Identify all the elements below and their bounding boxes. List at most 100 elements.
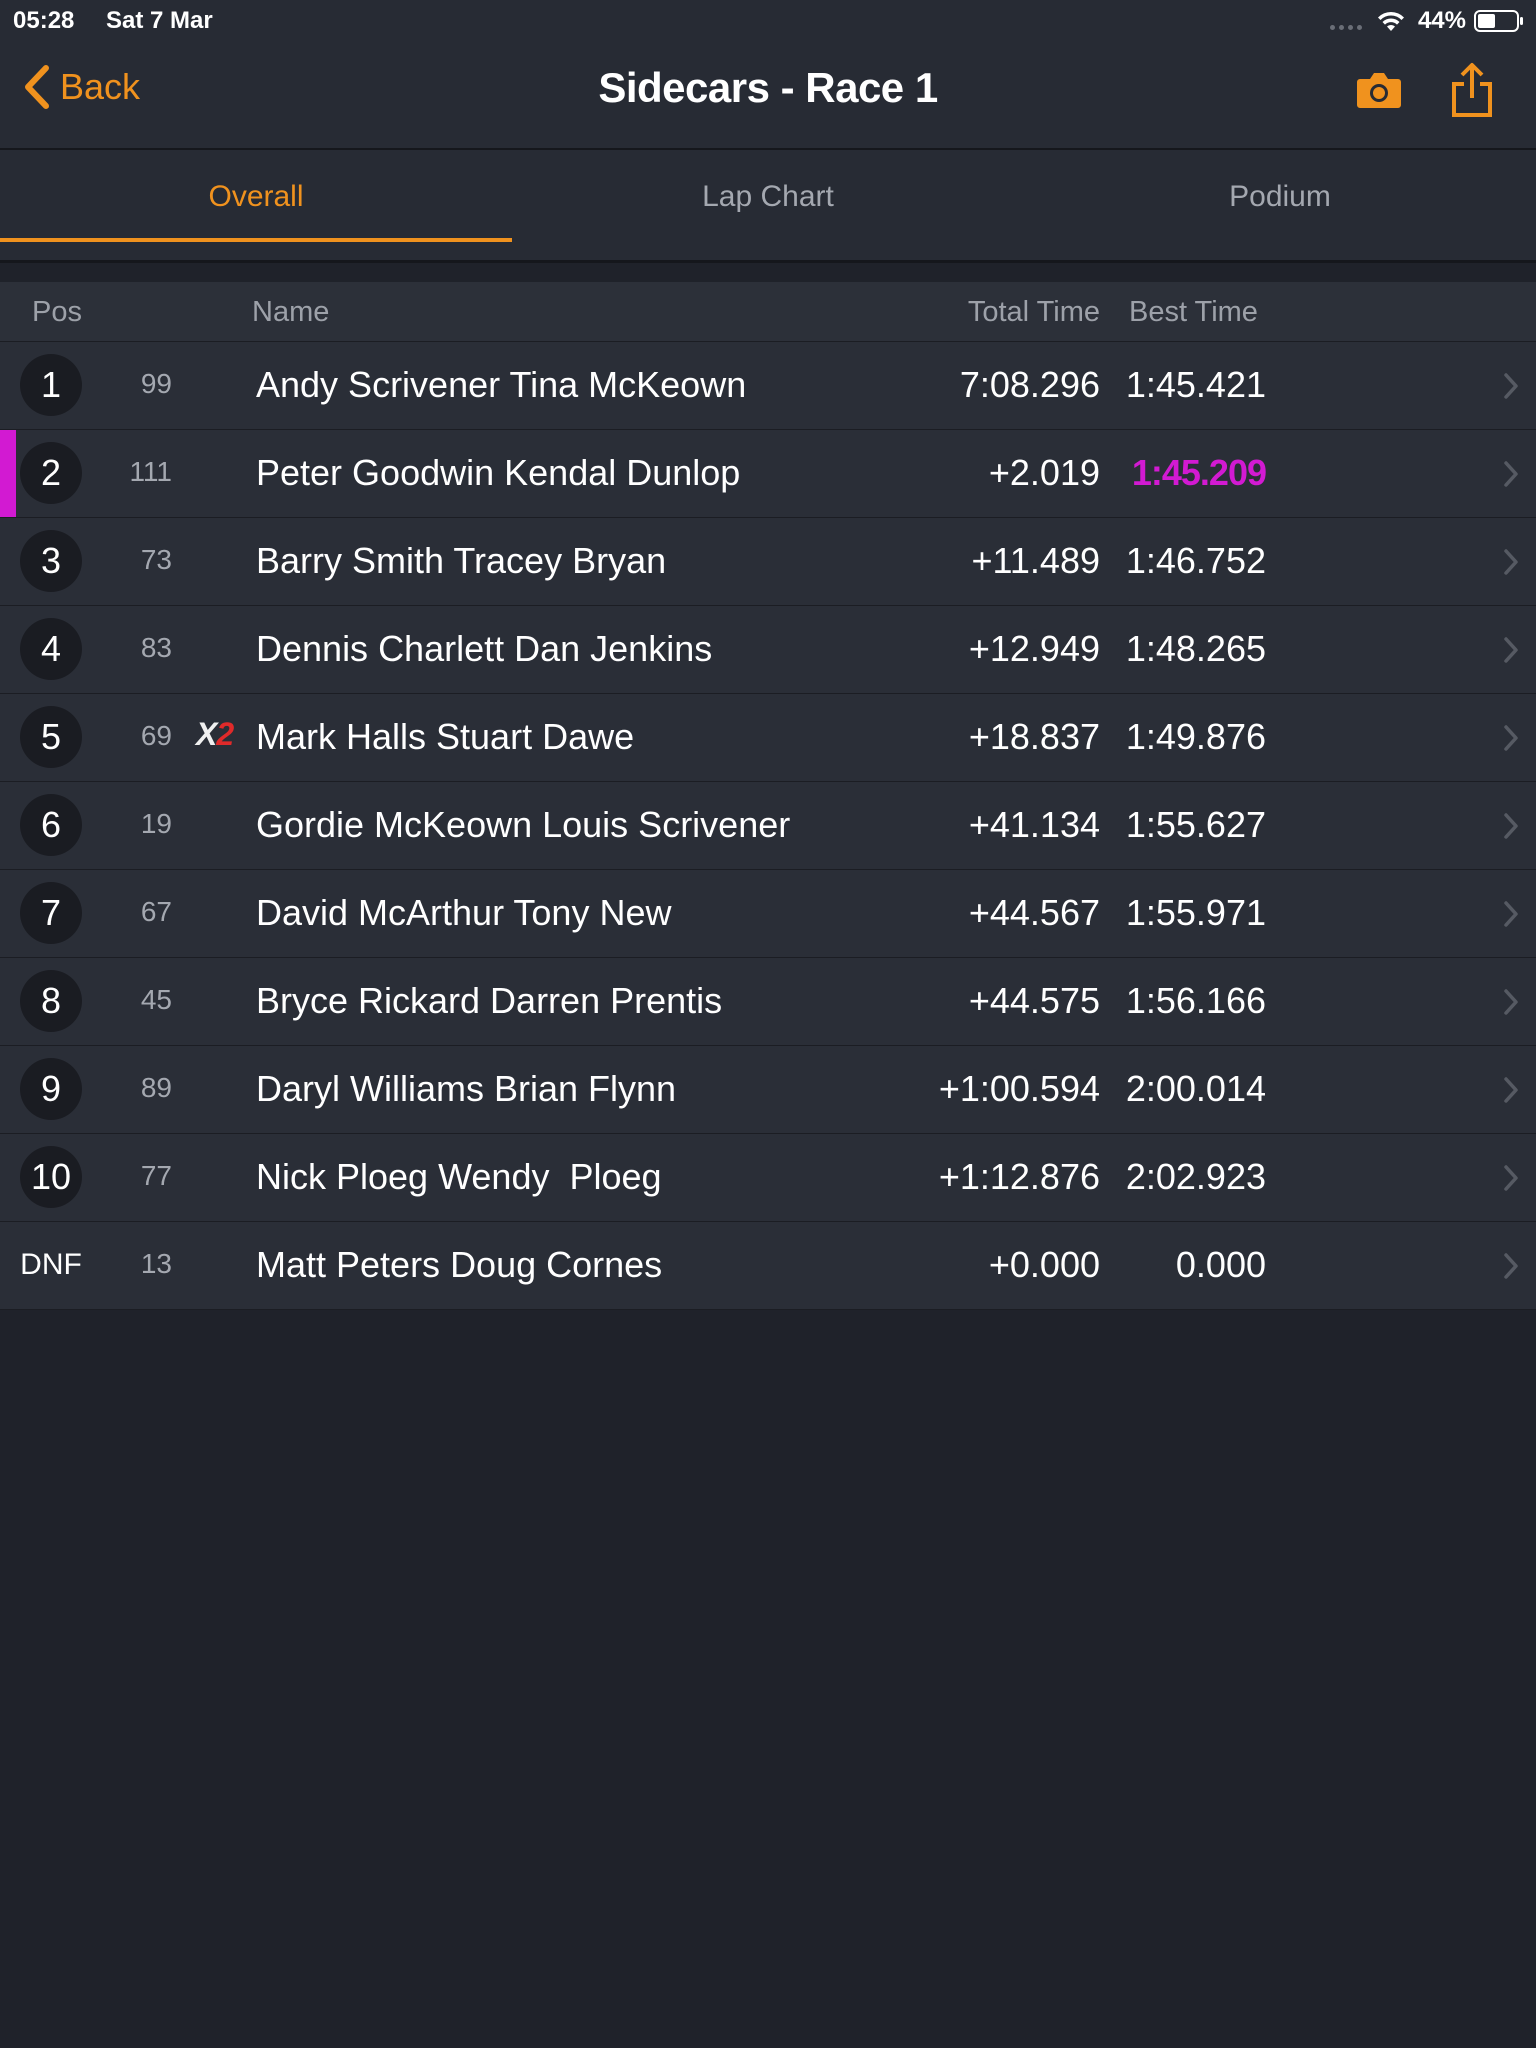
column-header-best-time: Best Time [1129,296,1258,328]
position-badge: 10 [20,1146,82,1208]
position-badge: 7 [20,882,82,944]
car-number: 45 [140,984,172,1015]
total-time: +1:12.876 [938,1156,1100,1197]
position-badge: 9 [20,1058,82,1120]
table-row[interactable]: 5 69 X2 Mark Halls Stuart Dawe +18.837 1… [0,694,1536,782]
chevron-right-icon [1504,901,1518,927]
total-time: +41.134 [968,804,1100,845]
tab-lap-chart[interactable]: Lap Chart [512,150,1024,260]
total-time: +11.489 [971,540,1100,581]
car-number: 111 [129,456,172,487]
total-time: +2.019 [988,452,1100,493]
total-time: 7:08.296 [959,364,1100,405]
rider-names: Gordie McKeown Louis Scrivener [256,804,791,845]
position-badge: 8 [20,970,82,1032]
car-number: 99 [140,368,172,399]
best-time: 1:56.166 [1125,980,1266,1021]
column-header-pos: Pos [32,296,82,328]
x2-badge-letter: X [196,716,217,752]
car-number: 19 [140,808,172,839]
table-row[interactable]: 4 83 Dennis Charlett Dan Jenkins +12.949… [0,606,1536,694]
wifi-icon [1377,11,1404,31]
x2-class-badge: X2 [196,716,234,753]
total-time: +0.000 [988,1244,1100,1285]
table-row[interactable]: 10 77 Nick Ploeg Wendy Ploeg +1:12.876 2… [0,1134,1536,1222]
best-time: 2:02.923 [1125,1156,1266,1197]
status-indicators: 44% [1329,7,1524,35]
position-badge: 4 [20,618,82,680]
table-row[interactable]: 2 111 Peter Goodwin Kendal Dunlop +2.019… [0,430,1536,518]
table-row[interactable]: 7 67 David McArthur Tony New +44.567 1:5… [0,870,1536,958]
table-row[interactable]: 1 99 Andy Scrivener Tina McKeown 7:08.29… [0,342,1536,430]
table-row[interactable]: 8 45 Bryce Rickard Darren Prentis +44.57… [0,958,1536,1046]
table-row[interactable]: DNF 13 Matt Peters Doug Cornes +0.000 0.… [0,1222,1536,1310]
navigation-bar: Back Sidecars - Race 1 [0,40,1536,150]
rider-names: Bryce Rickard Darren Prentis [256,980,723,1021]
chevron-right-icon [1504,1077,1518,1103]
total-time: +12.949 [968,628,1100,669]
total-time: +44.575 [968,980,1100,1021]
total-time: +18.837 [968,716,1100,757]
camera-icon[interactable] [1356,70,1402,110]
total-time: +1:00.594 [938,1068,1100,1109]
chevron-right-icon [1504,1253,1518,1279]
rider-names: Matt Peters Doug Cornes [256,1244,663,1285]
best-time: 0.000 [1175,1244,1266,1285]
cellular-signal-icon [1329,24,1362,30]
best-time: 1:55.971 [1125,892,1266,933]
rider-names: Peter Goodwin Kendal Dunlop [256,452,741,493]
x2-badge-number: 2 [216,716,234,752]
best-time: 1:49.876 [1125,716,1266,757]
column-header-total-time: Total Time [967,296,1100,328]
chevron-right-icon [1504,813,1518,839]
status-bar: 05:28 Sat 7 Mar 44% [0,0,1536,40]
chevron-right-icon [1504,373,1518,399]
status-time: 05:28 [13,7,75,34]
segmented-tabs: Overall Lap Chart Podium [0,150,1536,263]
best-time: 1:48.265 [1125,628,1266,669]
table-row[interactable]: 3 73 Barry Smith Tracey Bryan +11.489 1:… [0,518,1536,606]
rider-names: Daryl Williams Brian Flynn [256,1068,677,1109]
battery-icon [1474,10,1523,32]
car-number: 77 [140,1160,172,1191]
results-table: 1 99 Andy Scrivener Tina McKeown 7:08.29… [0,342,1536,1310]
share-icon[interactable] [1450,62,1494,118]
best-time: 1:45.421 [1125,364,1266,405]
column-header-name: Name [252,296,330,328]
car-number: 83 [140,632,172,663]
chevron-right-icon [1504,1165,1518,1191]
results-table-header: Pos Name Total Time Best Time [0,282,1536,342]
car-number: 13 [140,1248,172,1279]
car-number: 69 [140,720,172,751]
table-row[interactable]: 9 89 Daryl Williams Brian Flynn +1:00.59… [0,1046,1536,1134]
rider-names: Mark Halls Stuart Dawe [256,716,635,757]
chevron-right-icon [1504,989,1518,1015]
fastest-lap-marker [0,430,16,517]
position-badge: 2 [20,442,82,504]
rider-names: David McArthur Tony New [256,892,672,933]
tab-overall[interactable]: Overall [0,150,512,260]
car-number: 73 [140,544,172,575]
best-time-fastest: 1:45.209 [1131,452,1267,493]
chevron-right-icon [1504,461,1518,487]
chevron-right-icon [1504,637,1518,663]
best-time: 1:55.627 [1125,804,1266,845]
position-badge: 6 [20,794,82,856]
rider-names: Barry Smith Tracey Bryan [256,540,667,581]
car-number: 89 [140,1072,172,1103]
position-badge-dnf: DNF [20,1248,82,1281]
position-badge: 3 [20,530,82,592]
position-badge: 1 [20,354,82,416]
tab-podium[interactable]: Podium [1024,150,1536,260]
car-number: 67 [140,896,172,927]
table-row[interactable]: 6 19 Gordie McKeown Louis Scrivener +41.… [0,782,1536,870]
chevron-right-icon [1504,725,1518,751]
chevron-right-icon [1504,549,1518,575]
best-time: 2:00.014 [1125,1068,1266,1109]
best-time: 1:46.752 [1125,540,1266,581]
rider-names: Nick Ploeg Wendy Ploeg [256,1156,662,1197]
battery-percentage: 44% [1417,7,1466,34]
status-date: Sat 7 Mar [106,7,213,34]
total-time: +44.567 [968,892,1100,933]
rider-names: Andy Scrivener Tina McKeown [256,364,747,405]
